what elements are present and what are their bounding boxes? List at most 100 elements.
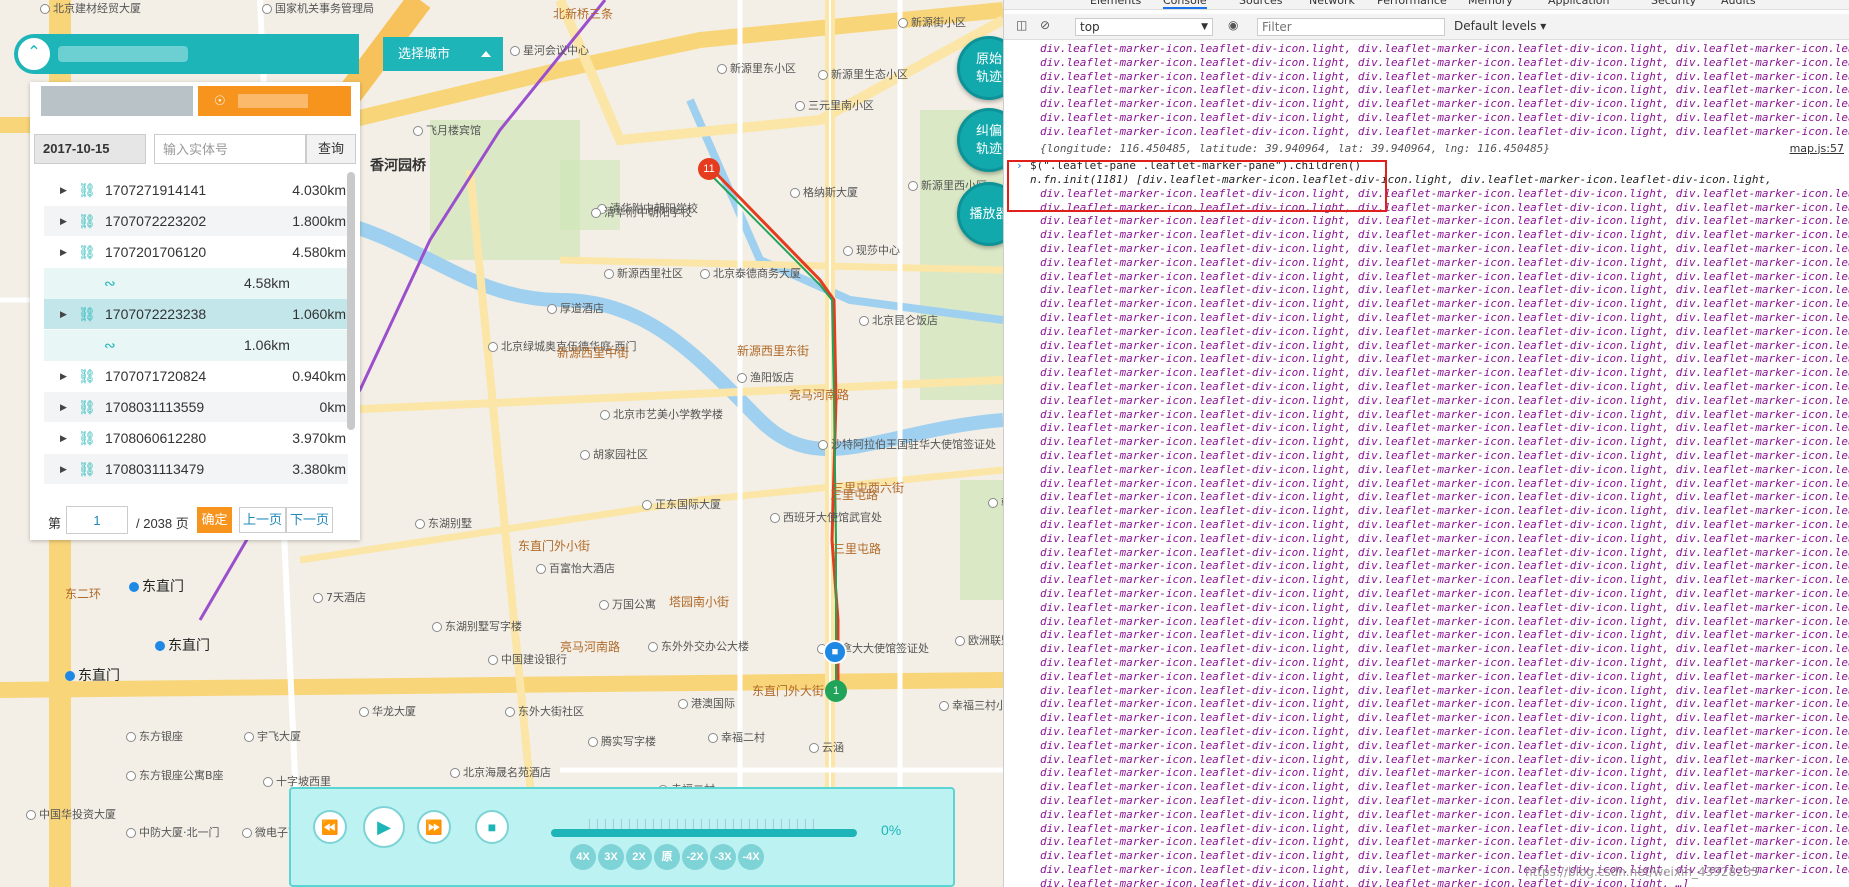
track-row[interactable]: ▶ ⛓ 1707072223202 1.800km	[44, 206, 348, 237]
collapse-panel-button[interactable]: ⌃	[16, 36, 52, 72]
devtools-tab[interactable]: Network	[1309, 0, 1355, 7]
speed-button[interactable]: 4X	[570, 844, 596, 870]
map-label: 北京昆仑饭店	[859, 312, 938, 328]
eye-icon[interactable]: ◉	[1228, 18, 1238, 32]
expand-arrow-icon[interactable]: ▶	[60, 175, 67, 206]
map-label-text: 中国华投资大厦	[39, 808, 116, 821]
console-line: div.leaflet-marker-icon.leaflet-div-icon…	[1040, 656, 1849, 669]
map-label: 北京市艺美小学教学楼	[600, 406, 723, 422]
map-label-text: 东外大街社区	[518, 705, 584, 718]
map-label-text: 现莎中心	[856, 244, 900, 257]
map-label-text: 飞月楼宾馆	[426, 124, 481, 137]
expand-arrow-icon[interactable]: ▶	[60, 392, 67, 423]
map-label: 东方银座公寓B座	[126, 767, 224, 783]
location-pin-icon: ☉	[214, 93, 226, 108]
page-confirm-button[interactable]: 确定	[197, 507, 232, 533]
track-row[interactable]: ▶ ⛓ 1707072223238 1.060km	[44, 299, 348, 330]
track-row[interactable]: ▶ ⛓ 1707201706120 4.580km	[44, 237, 348, 268]
expand-arrow-icon[interactable]: ▶	[60, 237, 67, 268]
console-line: div.leaflet-marker-icon.leaflet-div-icon…	[1040, 283, 1849, 297]
console-line: div.leaflet-marker-icon.leaflet-div-icon…	[1040, 780, 1849, 794]
speed-button[interactable]: 原	[654, 844, 680, 870]
page-number-input[interactable]	[66, 506, 128, 534]
devtools-tab[interactable]: Application	[1548, 0, 1609, 7]
track-sub-row[interactable]: ∾ 1.06km	[44, 330, 348, 361]
car-marker-icon[interactable]: ■	[823, 640, 847, 664]
next-page-button[interactable]: 下一页	[286, 507, 333, 533]
expand-arrow-icon[interactable]: ▶	[60, 299, 67, 330]
map-label: 东方银座	[126, 728, 183, 744]
poi-icon	[242, 828, 252, 838]
progress-slider[interactable]	[551, 819, 857, 837]
map-label-text: 中国建设银行	[501, 653, 567, 666]
expand-arrow-icon[interactable]: ▶	[60, 454, 67, 485]
map-label: 东二环	[65, 585, 101, 602]
console-line: div.leaflet-marker-icon.leaflet-div-icon…	[1040, 255, 1849, 269]
track-row[interactable]: ▶ ⛓ 1708031113479 3.380km	[44, 454, 348, 485]
play-button[interactable]: ▶	[363, 806, 405, 848]
tab-redacted-grey[interactable]	[41, 86, 193, 116]
console-line: div.leaflet-marker-icon.leaflet-div-icon…	[1040, 421, 1849, 435]
panel-header: ⌃	[14, 34, 359, 74]
entity-search-input[interactable]	[154, 134, 306, 164]
map-label: 渔阳饭店	[737, 369, 794, 385]
speed-button[interactable]: 2X	[626, 844, 652, 870]
prev-page-button[interactable]: 上一页	[239, 507, 286, 533]
devtools-tab[interactable]: Security	[1651, 0, 1696, 7]
track-row[interactable]: ▶ ⛓ 1707271914141 4.030km	[44, 175, 348, 206]
map-label: 东直门	[155, 635, 210, 655]
select-city-button[interactable]: 选择城市	[383, 37, 503, 71]
devtools-tab[interactable]: Console	[1163, 0, 1207, 9]
track-row[interactable]: ▶ ⛓ 1707071720824 0.940km	[44, 361, 348, 392]
query-button[interactable]: 查询	[306, 134, 356, 164]
fast-forward-button[interactable]: ⏩	[417, 810, 451, 844]
clear-console-icon[interactable]: ⊘	[1040, 18, 1050, 32]
map-label: 西班牙大使馆武官处	[770, 509, 882, 525]
console-line: div.leaflet-marker-icon.leaflet-div-icon…	[1040, 55, 1849, 69]
devtools-tab[interactable]: Performance	[1377, 0, 1447, 7]
map-label-text: 三里屯路	[830, 488, 879, 502]
devtools-tab[interactable]: Sources	[1239, 0, 1283, 7]
context-select[interactable]: top ▼	[1075, 18, 1213, 36]
track-row[interactable]: ▶ ⛓ 1708060612280 3.970km	[44, 423, 348, 454]
page-prefix: 第	[48, 516, 62, 531]
devtools-tab[interactable]: Audits	[1721, 0, 1756, 7]
console-filter-input[interactable]	[1257, 18, 1445, 36]
tab-redacted-orange[interactable]: ☉	[198, 86, 351, 116]
speed-button[interactable]: -4X	[738, 844, 764, 870]
sidebar-toggle-icon[interactable]: ◫	[1016, 18, 1027, 32]
poi-icon	[413, 126, 423, 136]
stop-button[interactable]: ■	[475, 810, 509, 844]
devtools-tab[interactable]: Elements	[1090, 0, 1141, 7]
log-levels-select[interactable]: Default levels ▾	[1454, 19, 1546, 33]
poi-icon	[129, 582, 139, 592]
track-sub-row[interactable]: ∾ 4.58km	[44, 268, 348, 299]
map-label-text: 正东国际大厦	[655, 498, 721, 511]
console-line: div.leaflet-marker-icon.leaflet-div-icon…	[1040, 449, 1849, 462]
console-line: div.leaflet-marker-icon.leaflet-div-icon…	[1040, 69, 1849, 83]
page-total: / 2038 页	[136, 516, 189, 531]
map-label: 7天酒店	[313, 589, 366, 605]
start-marker[interactable]: 1	[825, 680, 847, 702]
log-source-link[interactable]: map.js:57	[1790, 142, 1844, 156]
map-label: 新源西里中街	[557, 344, 629, 361]
date-picker[interactable]: 2017-10-15	[34, 134, 146, 164]
console-line: div.leaflet-marker-icon.leaflet-div-icon…	[1040, 111, 1849, 124]
car-icon: ⛓	[78, 461, 96, 477]
speed-button[interactable]: -2X	[682, 844, 708, 870]
speed-button[interactable]: 3X	[598, 844, 624, 870]
end-marker[interactable]: 11	[698, 158, 720, 180]
map-label: 清华附中朝阳学校	[591, 204, 692, 220]
expand-arrow-icon[interactable]: ▶	[60, 423, 67, 454]
expand-arrow-icon[interactable]: ▶	[60, 361, 67, 392]
list-scrollbar[interactable]	[347, 172, 355, 430]
track-distance: 1.060km	[292, 306, 346, 322]
track-id: 1708060612280	[105, 430, 207, 446]
track-row[interactable]: ▶ ⛓ 1708031113559 0km	[44, 392, 348, 423]
speed-button[interactable]: -3X	[710, 844, 736, 870]
expand-arrow-icon[interactable]: ▶	[60, 206, 67, 237]
devtools-tab[interactable]: Memory	[1468, 0, 1513, 7]
rewind-button[interactable]: ⏪	[313, 810, 347, 844]
map-label-text: 港澳国际	[691, 697, 735, 710]
map-label: 东直门外大街	[752, 682, 824, 699]
